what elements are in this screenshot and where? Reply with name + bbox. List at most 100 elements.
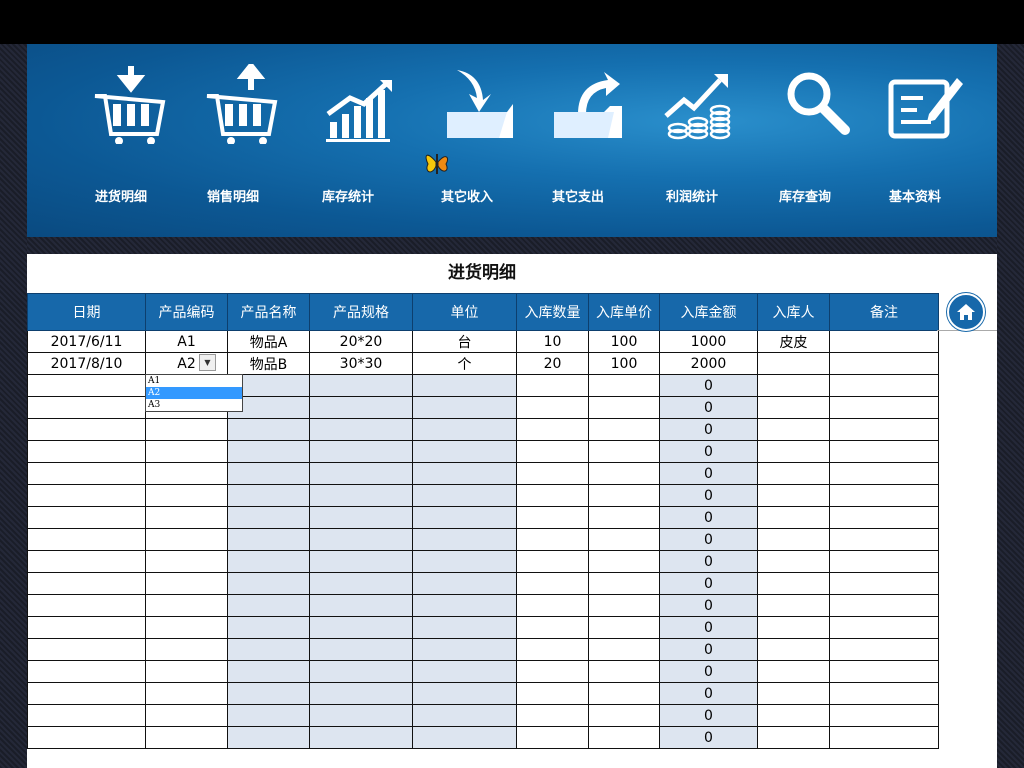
table-cell[interactable] bbox=[412, 506, 517, 529]
table-cell[interactable] bbox=[588, 506, 660, 529]
table-cell[interactable] bbox=[309, 660, 413, 683]
table-cell[interactable] bbox=[412, 418, 517, 441]
dropdown-arrow-button[interactable]: ▼ bbox=[199, 354, 216, 371]
table-cell[interactable] bbox=[829, 594, 939, 617]
table-cell[interactable] bbox=[516, 704, 589, 727]
table-cell[interactable] bbox=[309, 462, 413, 485]
table-cell[interactable] bbox=[27, 484, 146, 507]
table-cell[interactable] bbox=[516, 682, 589, 705]
table-cell[interactable] bbox=[516, 726, 589, 749]
table-cell[interactable] bbox=[516, 660, 589, 683]
table-cell[interactable] bbox=[757, 528, 830, 551]
table-cell[interactable] bbox=[227, 418, 310, 441]
table-cell[interactable] bbox=[145, 418, 228, 441]
table-cell[interactable] bbox=[27, 572, 146, 595]
table-cell[interactable] bbox=[516, 440, 589, 463]
table-cell[interactable]: 0 bbox=[659, 528, 758, 551]
table-cell[interactable] bbox=[27, 616, 146, 639]
table-cell[interactable] bbox=[145, 726, 228, 749]
table-cell[interactable] bbox=[412, 704, 517, 727]
table-cell[interactable] bbox=[412, 682, 517, 705]
table-cell[interactable] bbox=[757, 726, 830, 749]
table-cell[interactable]: 1000 bbox=[659, 330, 758, 353]
table-cell[interactable] bbox=[412, 484, 517, 507]
table-cell[interactable] bbox=[516, 506, 589, 529]
table-cell[interactable] bbox=[227, 682, 310, 705]
table-cell[interactable] bbox=[412, 440, 517, 463]
table-cell[interactable] bbox=[27, 528, 146, 551]
table-cell[interactable]: 100 bbox=[588, 352, 660, 375]
table-cell[interactable] bbox=[27, 726, 146, 749]
table-cell[interactable]: 0 bbox=[659, 484, 758, 507]
table-cell[interactable] bbox=[829, 726, 939, 749]
table-cell[interactable]: 2017/6/11 bbox=[27, 330, 146, 353]
table-cell[interactable] bbox=[309, 682, 413, 705]
table-cell[interactable]: 个 bbox=[412, 352, 517, 375]
table-cell[interactable]: 0 bbox=[659, 660, 758, 683]
table-cell[interactable] bbox=[309, 528, 413, 551]
table-cell[interactable] bbox=[412, 396, 517, 419]
table-cell[interactable] bbox=[227, 704, 310, 727]
table-cell[interactable] bbox=[588, 572, 660, 595]
dropdown-option[interactable]: A2 bbox=[146, 387, 242, 399]
table-cell[interactable] bbox=[757, 638, 830, 661]
table-cell[interactable]: 2017/8/10 bbox=[27, 352, 146, 375]
table-cell[interactable] bbox=[27, 594, 146, 617]
table-cell[interactable] bbox=[829, 704, 939, 727]
table-cell[interactable] bbox=[829, 352, 939, 375]
table-cell[interactable]: 0 bbox=[659, 726, 758, 749]
table-cell[interactable] bbox=[588, 396, 660, 419]
table-cell[interactable] bbox=[412, 616, 517, 639]
table-cell[interactable] bbox=[757, 506, 830, 529]
table-cell[interactable] bbox=[516, 418, 589, 441]
table-cell[interactable] bbox=[588, 638, 660, 661]
table-cell[interactable] bbox=[227, 528, 310, 551]
table-cell[interactable] bbox=[145, 594, 228, 617]
nav-item-sales-detail[interactable]: 销售明细 bbox=[177, 44, 289, 237]
table-cell[interactable] bbox=[516, 572, 589, 595]
nav-item-inventory-stats[interactable]: 库存统计 bbox=[292, 44, 404, 237]
table-cell[interactable] bbox=[145, 440, 228, 463]
table-cell[interactable] bbox=[829, 330, 939, 353]
table-cell[interactable] bbox=[588, 726, 660, 749]
table-cell[interactable]: 30*30 bbox=[309, 352, 413, 375]
table-cell[interactable] bbox=[309, 506, 413, 529]
table-cell[interactable] bbox=[309, 616, 413, 639]
table-cell[interactable] bbox=[588, 440, 660, 463]
table-cell[interactable] bbox=[412, 572, 517, 595]
nav-item-purchase-detail[interactable]: 进货明细 bbox=[65, 44, 177, 237]
table-cell[interactable] bbox=[757, 682, 830, 705]
dropdown-option[interactable]: A3 bbox=[146, 399, 242, 411]
dropdown-list[interactable]: A1 A2 A3 bbox=[145, 374, 243, 412]
table-cell[interactable] bbox=[516, 550, 589, 573]
table-cell[interactable] bbox=[412, 550, 517, 573]
table-cell[interactable] bbox=[227, 484, 310, 507]
table-cell[interactable] bbox=[588, 462, 660, 485]
table-cell[interactable] bbox=[309, 638, 413, 661]
table-cell[interactable] bbox=[145, 550, 228, 573]
table-cell[interactable] bbox=[757, 352, 830, 375]
table-cell[interactable] bbox=[829, 374, 939, 397]
table-cell[interactable]: 0 bbox=[659, 638, 758, 661]
table-cell[interactable] bbox=[27, 704, 146, 727]
table-cell[interactable] bbox=[27, 462, 146, 485]
table-cell[interactable] bbox=[829, 638, 939, 661]
table-cell[interactable] bbox=[588, 660, 660, 683]
nav-item-inventory-query[interactable]: 库存查询 bbox=[749, 44, 861, 237]
table-cell[interactable]: 100 bbox=[588, 330, 660, 353]
table-cell[interactable] bbox=[588, 484, 660, 507]
table-cell[interactable] bbox=[588, 594, 660, 617]
table-cell[interactable] bbox=[27, 440, 146, 463]
table-cell[interactable] bbox=[588, 704, 660, 727]
table-cell[interactable] bbox=[227, 660, 310, 683]
table-cell[interactable] bbox=[829, 506, 939, 529]
table-cell[interactable] bbox=[757, 418, 830, 441]
table-cell[interactable] bbox=[145, 462, 228, 485]
table-cell[interactable]: 0 bbox=[659, 374, 758, 397]
table-cell[interactable] bbox=[145, 506, 228, 529]
table-cell[interactable] bbox=[309, 418, 413, 441]
table-cell[interactable] bbox=[516, 462, 589, 485]
table-cell[interactable] bbox=[829, 440, 939, 463]
table-cell[interactable] bbox=[227, 616, 310, 639]
table-cell[interactable] bbox=[757, 616, 830, 639]
